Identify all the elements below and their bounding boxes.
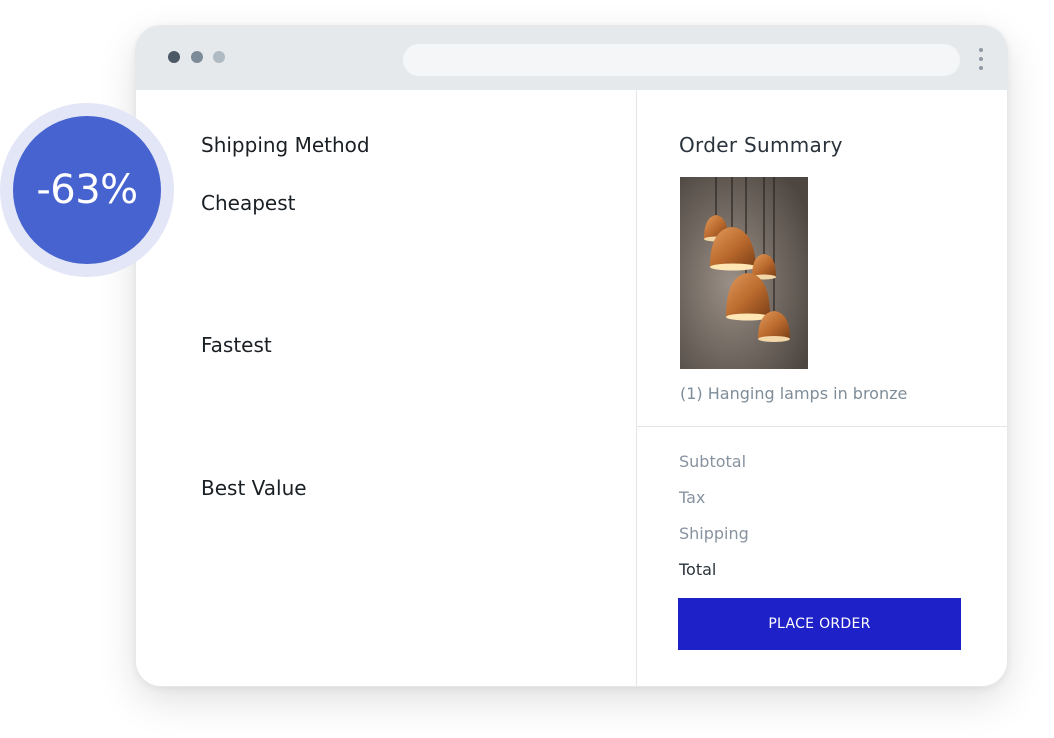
discount-badge: -63% xyxy=(13,116,161,264)
summary-divider xyxy=(636,426,1007,427)
subtotal-label: Subtotal xyxy=(679,452,747,471)
kebab-menu-icon[interactable] xyxy=(975,48,987,70)
discount-badge-text: -63% xyxy=(36,167,138,213)
product-image xyxy=(680,177,808,369)
product-caption: (1) Hanging lamps in bronze xyxy=(680,384,908,403)
shipping-option-best-value[interactable]: Best Value xyxy=(201,476,307,500)
place-order-button[interactable]: PLACE ORDER xyxy=(678,598,961,650)
shipping-label: Shipping xyxy=(679,524,749,543)
window-minimize-dot-icon[interactable] xyxy=(191,51,203,63)
total-label: Total xyxy=(679,560,717,579)
browser-chrome xyxy=(136,26,1007,90)
browser-window: Shipping Method Cheapest Fastest Best Va… xyxy=(135,25,1008,687)
window-close-dot-icon[interactable] xyxy=(168,51,180,63)
shipping-option-cheapest[interactable]: Cheapest xyxy=(201,191,295,215)
address-bar[interactable] xyxy=(403,44,960,76)
tax-label: Tax xyxy=(679,488,706,507)
hanging-lamps-icon xyxy=(680,177,808,369)
window-maximize-dot-icon[interactable] xyxy=(213,51,225,63)
column-divider xyxy=(636,90,637,686)
order-summary-title: Order Summary xyxy=(679,133,843,157)
shipping-option-fastest[interactable]: Fastest xyxy=(201,333,272,357)
shipping-method-title: Shipping Method xyxy=(201,133,370,157)
